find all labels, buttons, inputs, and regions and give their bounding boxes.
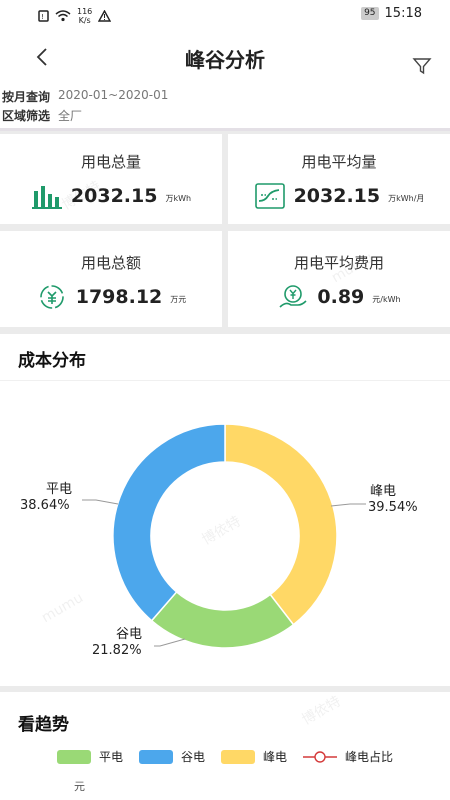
legend-item-gu[interactable]: 谷电 bbox=[138, 748, 205, 765]
card-value-row: 0.89 元/kWh bbox=[228, 283, 450, 311]
sim-icon: ! bbox=[38, 10, 49, 22]
card-title: 用电总量 bbox=[80, 153, 141, 171]
pie-label-name: 谷电 bbox=[116, 627, 143, 642]
cost-distribution-section: 成本分布 平电 38.64% 峰电 39.54% 谷电 21.82% bbox=[0, 334, 450, 686]
card-unit: 万元 bbox=[170, 294, 187, 304]
card-value-row: 2032.15 万kWh/月 bbox=[228, 182, 450, 210]
status-left: ! 116 K/s bbox=[38, 7, 112, 25]
pie-label-gu: 谷电 21.82% bbox=[92, 627, 142, 659]
legend-label: 平电 bbox=[98, 750, 123, 764]
wifi-icon bbox=[55, 10, 71, 22]
month-filter-label: 按月查询 bbox=[2, 90, 51, 104]
card-value: 0.89 bbox=[317, 286, 365, 308]
card-average-consumption: 用电平均量 2032.15 万kWh/月 bbox=[228, 134, 450, 224]
bar-chart-icon bbox=[31, 182, 63, 210]
pie-label-percent: 38.64% bbox=[20, 498, 70, 513]
y-axis-unit: 元 bbox=[74, 780, 85, 793]
card-value-row: 1798.12 万元 bbox=[0, 283, 222, 311]
pie-label-feng: 峰电 39.54% bbox=[368, 484, 418, 516]
network-speed: 116 K/s bbox=[77, 7, 93, 25]
trend-section: 看趋势 bbox=[0, 692, 450, 800]
area-filter-value: 全厂 bbox=[58, 109, 83, 123]
status-right: 95 15:18 bbox=[361, 6, 422, 21]
pie-label-percent: 21.82% bbox=[92, 643, 142, 658]
section-title: 看趋势 bbox=[18, 715, 69, 735]
card-title: 用电平均费用 bbox=[293, 254, 384, 272]
filter-icon[interactable] bbox=[412, 56, 432, 76]
legend-line-marker-icon bbox=[303, 750, 338, 763]
trend-legend: 平电 谷电 峰电 峰电占比 bbox=[0, 748, 450, 765]
pie-slice-1[interactable] bbox=[150, 590, 295, 649]
pie-label-name: 平电 bbox=[46, 482, 73, 497]
pie-slice-0[interactable] bbox=[224, 423, 338, 626]
month-filter-row[interactable]: 按月查询 2020-01~2020-01 bbox=[2, 88, 168, 105]
legend-swatch bbox=[138, 749, 173, 764]
clock: 15:18 bbox=[384, 6, 422, 21]
leader-line-feng bbox=[330, 503, 366, 507]
money-cycle-icon bbox=[36, 283, 68, 311]
filter-summary: 按月查询 2020-01~2020-01 区域筛选 全厂 bbox=[0, 88, 450, 131]
legend-swatch bbox=[221, 749, 255, 764]
card-value: 1798.12 bbox=[75, 286, 163, 308]
card-unit: 元/kWh bbox=[372, 294, 401, 304]
legend-item-feng[interactable]: 峰电 bbox=[221, 748, 287, 765]
pie-label-name: 峰电 bbox=[370, 484, 397, 499]
yen-hand-icon bbox=[277, 283, 309, 311]
pie-slice-2[interactable] bbox=[112, 423, 226, 622]
legend-swatch bbox=[56, 749, 91, 764]
svg-text:!: ! bbox=[41, 13, 44, 21]
legend-item-feng-ratio[interactable]: 峰电占比 bbox=[303, 748, 393, 765]
card-value: 2032.15 bbox=[293, 185, 381, 207]
card-value-row: 2032.15 万kWh bbox=[0, 182, 222, 210]
area-filter-label: 区域筛选 bbox=[2, 109, 51, 123]
legend-item-ping[interactable]: 平电 bbox=[56, 748, 123, 765]
card-total-cost: 用电总额 1798.12 万元 bbox=[0, 231, 222, 327]
month-filter-value: 2020-01~2020-01 bbox=[58, 88, 169, 102]
legend-label: 峰电占比 bbox=[345, 750, 394, 764]
card-value: 2032.15 bbox=[70, 185, 158, 207]
page-title: 峰谷分析 bbox=[185, 48, 265, 72]
card-average-cost: 用电平均费用 0.89 元/kWh bbox=[228, 231, 450, 327]
status-bar: ! 116 K/s 95 15:18 bbox=[0, 0, 450, 30]
warning-icon bbox=[98, 10, 112, 22]
battery-icon: 95 bbox=[361, 7, 379, 20]
card-unit: 万kWh/月 bbox=[388, 193, 425, 203]
pie-label-ping: 平电 38.64% bbox=[20, 482, 72, 514]
app-bar: 峰谷分析 bbox=[0, 30, 450, 88]
card-total-consumption: 用电总量 2032.15 万kWh bbox=[0, 134, 222, 224]
leader-line-ping bbox=[82, 499, 119, 505]
pie-label-percent: 39.54% bbox=[368, 500, 418, 515]
line-trend-icon bbox=[254, 182, 286, 210]
legend-label: 峰电 bbox=[263, 750, 288, 764]
card-unit: 万kWh bbox=[165, 193, 192, 203]
legend-label: 谷电 bbox=[180, 750, 205, 764]
card-title: 用电平均量 bbox=[301, 153, 377, 171]
card-title: 用电总额 bbox=[80, 254, 141, 272]
area-filter-row[interactable]: 区域筛选 全厂 bbox=[2, 107, 82, 124]
leader-line-gu bbox=[154, 638, 186, 647]
